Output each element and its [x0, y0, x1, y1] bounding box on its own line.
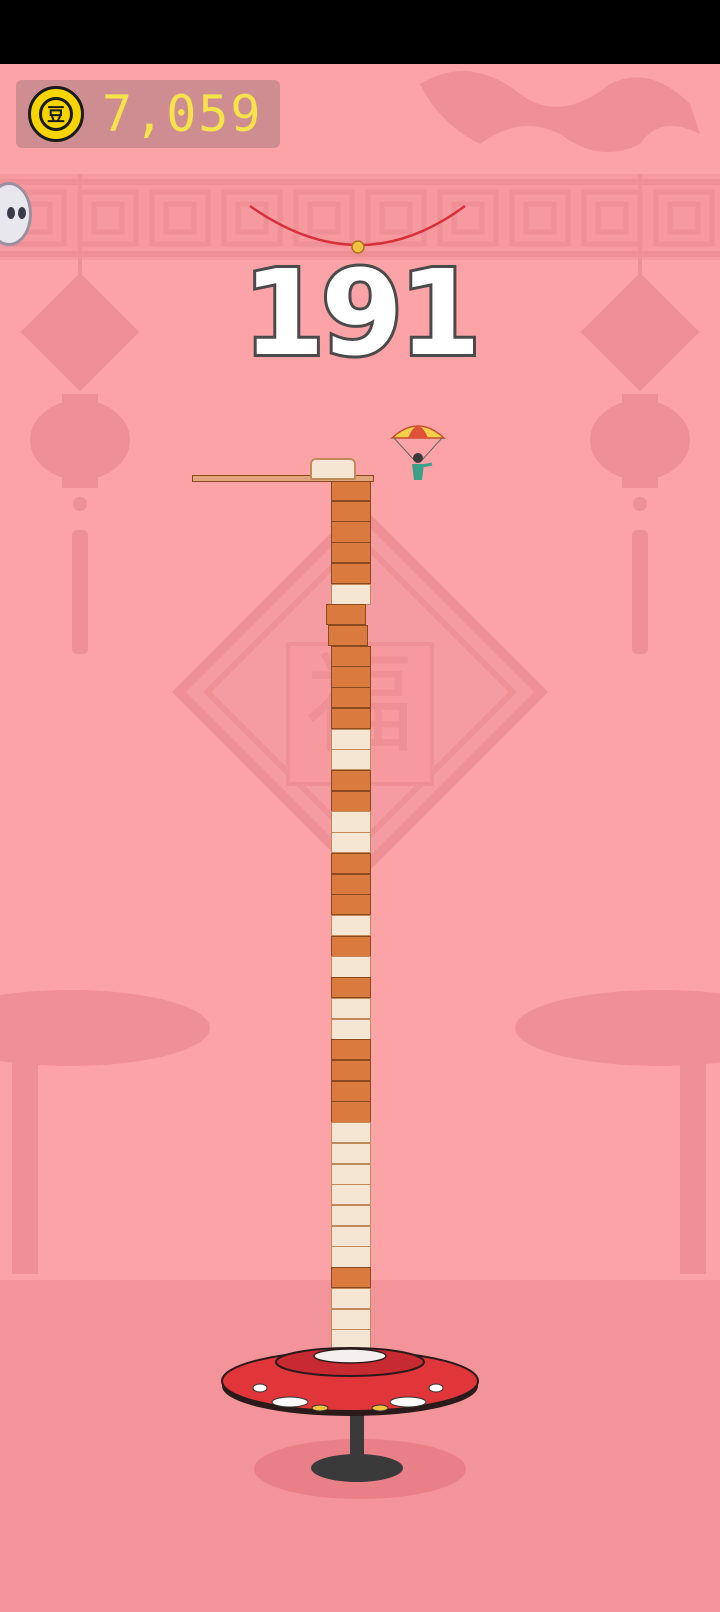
tower-slice [331, 1142, 371, 1165]
coin-counter: 豆 7,059 [16, 80, 280, 148]
tower-slice [331, 1267, 371, 1289]
tower-slice [331, 500, 371, 522]
coin-count: 7,059 [102, 85, 263, 143]
tower-slice [331, 1018, 371, 1040]
tower-slice [326, 604, 366, 626]
tower-slice [331, 1101, 371, 1123]
tower-slice [331, 811, 371, 833]
tower-slice [331, 915, 371, 937]
tower-slice [331, 956, 371, 978]
tower-slice [331, 832, 371, 854]
game-screen[interactable]: 福 豆 7,059 191 [0, 64, 720, 1612]
tower-slice [331, 562, 371, 585]
tower-slice [331, 521, 371, 543]
coin-icon: 豆 [28, 86, 84, 142]
tower-slice [331, 645, 371, 667]
tower-slice [331, 894, 371, 916]
tower-slice [331, 728, 371, 750]
face-icon [7, 207, 26, 219]
tower-slice [331, 770, 371, 792]
coin-symbol: 豆 [39, 97, 73, 131]
lazy-susan-table [221, 1347, 479, 1482]
tower-slice [331, 1287, 371, 1310]
right-table-silhouette [515, 990, 720, 1274]
tower-slice [331, 1080, 371, 1102]
tower-slice [331, 1225, 371, 1247]
tower-slice [331, 1060, 371, 1082]
tower-slice [331, 790, 371, 812]
tower-slice [331, 583, 371, 605]
tower-slice [331, 873, 371, 895]
tower-slice [331, 1039, 371, 1061]
parachute-jumper [390, 425, 446, 480]
tower-slice [331, 542, 371, 564]
tower-slice [331, 749, 371, 771]
tower-score: 191 [240, 241, 484, 385]
tower-slice [331, 1184, 371, 1206]
tower-slice [331, 480, 371, 502]
tower-slice [331, 1163, 371, 1185]
tower-slice [331, 707, 371, 730]
dragon-silhouette [420, 71, 700, 152]
left-table-silhouette [0, 990, 210, 1274]
tower-slice [328, 625, 368, 647]
tower-slice [331, 687, 371, 709]
tower-slice [331, 977, 371, 999]
side-menu-button[interactable] [0, 182, 32, 246]
tower-slice [331, 1246, 371, 1268]
incoming-toast-slice [310, 458, 356, 480]
tower-slice [331, 852, 371, 875]
tower-slice [331, 666, 371, 688]
tower-slice [331, 1122, 371, 1144]
tower-slice [331, 997, 371, 1020]
tower-slice [331, 935, 371, 957]
tower-slice [331, 1205, 371, 1227]
